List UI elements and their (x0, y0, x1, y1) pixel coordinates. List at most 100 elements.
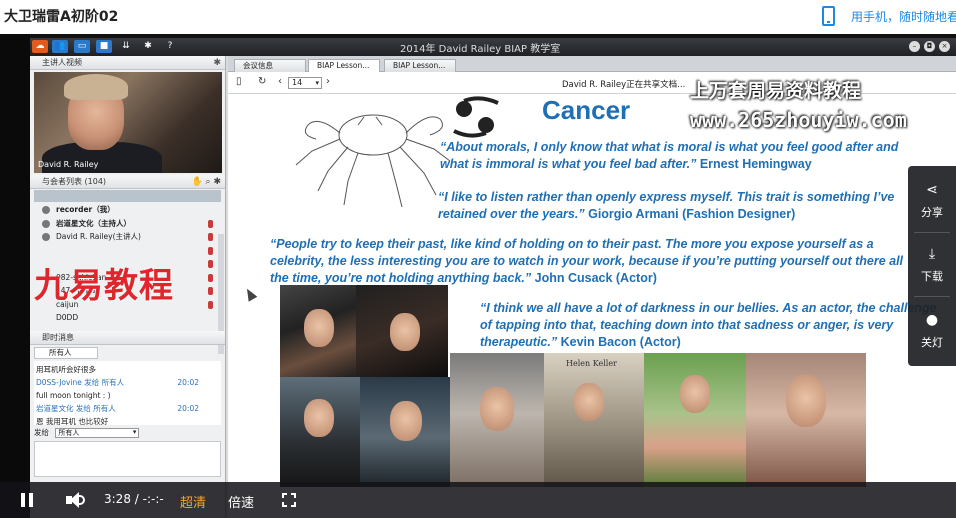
download-button[interactable]: ⤓ 下载 (908, 246, 956, 284)
cancer-zodiac-icon (453, 96, 499, 138)
chat-label: 即时消息 (42, 332, 74, 342)
quality-button[interactable]: 超清 (180, 492, 206, 511)
user-icon (42, 206, 50, 214)
chat-tab-all[interactable]: 所有人 (34, 346, 98, 359)
chat-message: full moon tonight : ) (36, 390, 111, 400)
mic-icon (208, 246, 213, 255)
lights-off-button[interactable]: ● 关灯 (908, 312, 956, 350)
playback-time: 3:28 / -:-:- (104, 492, 164, 506)
user-icon (42, 219, 50, 228)
gear-icon[interactable]: ✱ (213, 56, 221, 70)
user-icon (42, 233, 50, 241)
prev-page-icon[interactable]: ‹ (278, 76, 282, 87)
mic-icon (208, 260, 213, 268)
send-to-row: 发给 所有人 (34, 427, 221, 439)
celebrity-photo (280, 377, 360, 487)
participants-header: 与会者列表 (104) ✋ ⌕ ✱ (30, 175, 225, 189)
host-video: David R. Railey (34, 72, 222, 173)
host-name: David R. Railey (38, 160, 99, 169)
document-icon[interactable]: ▯ (236, 76, 242, 87)
watermark-url: www.265zhouyiw.com (690, 108, 907, 132)
phone-icon (822, 6, 835, 26)
minimize-icon[interactable]: – (909, 41, 920, 52)
window-controls: – ◘ × (909, 41, 950, 52)
quote-armani: “I like to listen rather than openly exp… (438, 190, 895, 221)
home-icon[interactable]: ☁ (32, 40, 48, 53)
quote-bacon: “I think we all have a lot of darkness i… (480, 301, 937, 349)
quote-cusack: “People try to keep their past, like kin… (270, 237, 904, 285)
player-letterbox (0, 34, 30, 518)
quote-hemingway: “About morals, I only know that what is … (440, 140, 899, 171)
close-icon[interactable]: × (939, 41, 950, 52)
chat-input[interactable] (34, 440, 221, 477)
mic-icon (208, 273, 213, 282)
tab-lesson-2[interactable]: BIAP Lesson... (384, 59, 456, 72)
watermark-logo: 九易教程 (34, 266, 174, 306)
gear-icon[interactable]: ✱ (140, 40, 156, 53)
participant-item[interactable]: 岩道星文化（主持人） (34, 217, 221, 231)
chat-messages: 用耳机听会好很多 D0SS-Jovine 发给 所有人 20:02 full mo… (34, 360, 221, 426)
page-number-select[interactable]: 14 (288, 77, 322, 89)
chat-message: D0SS-Jovine 发给 所有人 20:02 (36, 377, 199, 387)
app-titlebar: ☁ 👥 ▭ ■ ⇊ ✱ ? 2014年 David Railey BIAP 教学… (30, 38, 956, 56)
download-icon[interactable]: ⇊ (118, 40, 134, 53)
celebrity-photo (644, 353, 746, 487)
participant-item[interactable]: David R. Railey(主讲人) (34, 230, 221, 244)
video-player[interactable]: ☁ 👥 ▭ ■ ⇊ ✱ ? 2014年 David Railey BIAP 教学… (0, 34, 956, 518)
mic-icon (208, 300, 213, 309)
helen-keller-photo: Helen Keller (544, 353, 644, 487)
download-icon: ⤓ (928, 246, 936, 262)
host-video-header: 主讲人视频 ✱ (30, 56, 225, 70)
chat-header: 即时消息 (30, 330, 225, 345)
bulb-icon: ● (925, 312, 939, 328)
share-button[interactable]: ⋖ 分享 (908, 182, 956, 220)
chat-message: 用耳机听会好很多 (36, 364, 96, 374)
celebrity-photo (746, 353, 866, 487)
slide-title: Cancer (542, 95, 631, 125)
users-icon[interactable]: 👥 (52, 40, 68, 53)
document-tabs: 会议信息 BIAP Lesson... BIAP Lesson... (228, 56, 956, 72)
pause-icon[interactable] (20, 493, 34, 507)
host-video-label: 主讲人视频 (42, 58, 82, 67)
photo-caption: Helen Keller (566, 359, 617, 368)
video-icon[interactable]: ■ (96, 40, 112, 53)
refresh-icon[interactable]: ↻ (258, 76, 266, 87)
restore-icon[interactable]: ◘ (924, 41, 935, 52)
watermark-title: 上万套周易资料教程 (690, 80, 862, 102)
fullscreen-icon[interactable] (282, 493, 296, 507)
app-title: 2014年 David Railey BIAP 教学室 (400, 44, 561, 55)
mic-icon (208, 233, 213, 241)
volume-icon[interactable] (66, 492, 86, 508)
presentation-slide: Cancer “About morals, I only know that w… (228, 95, 956, 518)
mic-icon (208, 287, 213, 295)
celebrity-photo (360, 377, 450, 487)
left-panel: 主讲人视频 ✱ David R. Railey 与会者列表 (104) ✋ ⌕ … (30, 56, 226, 518)
chat-message: 岩道星文化 发给 所有人 20:02 (36, 403, 199, 413)
tab-lesson-1[interactable]: BIAP Lesson... (308, 59, 380, 72)
participant-item[interactable]: recorder（我） (34, 203, 221, 217)
page: 大卫瑞雷A初阶02 用手机，随时随地看 ☁ 👥 ▭ ■ ⇊ ✱ ? 2014年 … (0, 0, 956, 518)
celebrity-photo (280, 285, 358, 379)
participant-item[interactable] (34, 244, 221, 258)
tab-meeting-info[interactable]: 会议信息 (234, 59, 306, 72)
player-controls: 3:28 / -:-:- 超清 倍速 (0, 482, 956, 518)
participant-item[interactable]: D0DD (34, 311, 221, 325)
help-icon[interactable]: ? (162, 40, 178, 53)
participant-tools[interactable]: ✋ ⌕ ✱ (191, 175, 221, 189)
participants-label: 与会者列表 (104) (42, 177, 107, 186)
chat-icon[interactable]: ▭ (74, 40, 90, 53)
next-page-icon[interactable]: › (326, 76, 330, 87)
send-to-select[interactable]: 所有人 (55, 427, 140, 438)
mobile-link-label: 用手机，随时随地看 (851, 9, 956, 24)
celebrity-photo (356, 285, 448, 379)
participant-search-row[interactable] (34, 190, 221, 202)
speed-button[interactable]: 倍速 (228, 492, 254, 511)
share-icon: ⋖ (926, 182, 938, 198)
mobile-watch-link[interactable]: 用手机，随时随地看 (822, 5, 956, 27)
sharing-status: David R. Railey正在共享文档... (562, 80, 686, 90)
celebrity-photo (450, 353, 544, 487)
page-header: 大卫瑞雷A初阶02 用手机，随时随地看 (0, 0, 956, 34)
crab-illustration (295, 114, 451, 208)
page-title: 大卫瑞雷A初阶02 (4, 9, 119, 25)
mic-icon (208, 219, 213, 228)
